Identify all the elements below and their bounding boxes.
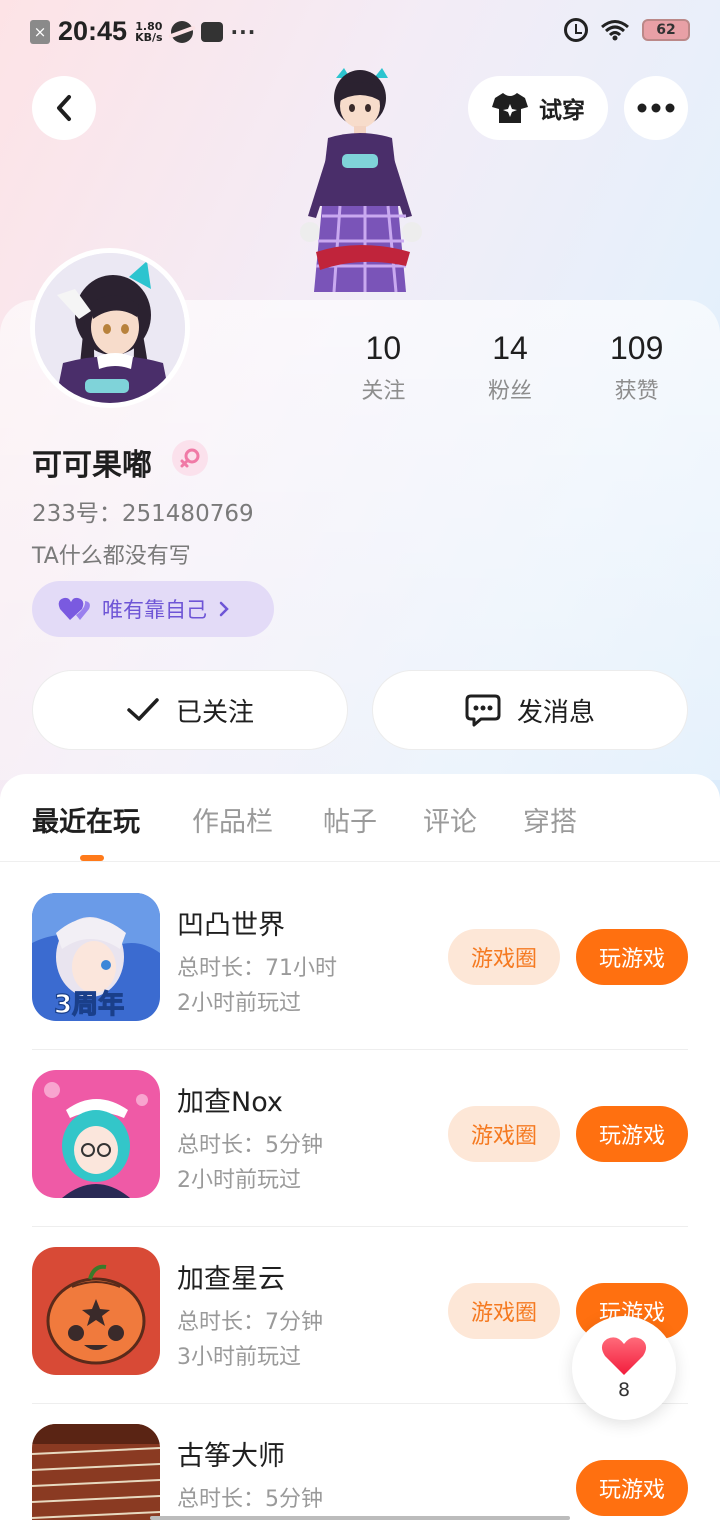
game-row[interactable]: 加查Nox 总时长：5分钟 2小时前玩过 游戏圈 玩游戏: [32, 1050, 688, 1227]
tab-works[interactable]: 作品栏: [192, 800, 273, 839]
game-icon-aotu-world[interactable]: 3周年: [32, 893, 160, 1021]
followed-button[interactable]: 已关注: [32, 670, 348, 750]
game-duration: 总时长：71小时: [177, 956, 337, 981]
user-id: 233号：251480769: [32, 501, 254, 527]
status-time: 20:45: [58, 16, 128, 46]
game-name: 加查星云: [177, 1264, 285, 1295]
profile-name: 可可果嘟: [32, 448, 152, 483]
message-app-icon: [200, 21, 223, 42]
tab-comments[interactable]: 评论: [423, 800, 477, 839]
game-icon-badge: 3周年: [54, 989, 124, 1020]
stat-followers-label: 粉丝: [488, 379, 533, 404]
game-row[interactable]: 3周年 凹凸世界 总时长：71小时 2小时前玩过 游戏圈 玩游戏: [32, 873, 688, 1050]
network-speed: 1.80 KB/s: [135, 21, 162, 43]
game-icon-guzheng-master[interactable]: [32, 1424, 160, 1520]
stat-following-value: 10: [365, 330, 402, 366]
try-on-button[interactable]: 试穿: [468, 76, 608, 140]
back-button[interactable]: [32, 76, 96, 140]
avatar-portrait: [35, 253, 185, 403]
game-circle-button[interactable]: 游戏圈: [448, 1283, 560, 1339]
stat-likes-label: 获赞: [614, 379, 659, 404]
game-name: 凹凸世界: [177, 910, 285, 941]
profile-tag-button[interactable]: 唯有靠自己: [32, 581, 274, 637]
stat-following-label: 关注: [361, 379, 406, 404]
avatar[interactable]: [30, 248, 190, 408]
game-name: 古筝大师: [177, 1441, 285, 1472]
game-row[interactable]: 古筝大师 总时长：5分钟 玩游戏: [32, 1404, 688, 1520]
play-game-button[interactable]: 玩游戏: [576, 929, 688, 985]
more-dots-icon: [637, 103, 675, 113]
send-message-label: 发消息: [516, 697, 595, 728]
heart-tag-icon: [58, 597, 90, 620]
more-notifications-icon: ···: [230, 19, 257, 44]
status-bar: × 20:45 1.80 KB/s ··· 62: [0, 0, 720, 68]
game-last-played: 2小时前玩过: [177, 991, 301, 1016]
profile-tabs: 最近在玩 作品栏 帖子 评论 穿搭: [0, 774, 720, 862]
avatar-3d-figure: [300, 68, 422, 293]
wifi-icon: [601, 20, 629, 41]
game-duration: 总时长：7分钟: [177, 1310, 323, 1335]
tab-outfits[interactable]: 穿搭: [523, 800, 577, 839]
female-gender-icon: [172, 440, 208, 476]
like-count: 8: [617, 1379, 631, 1401]
try-on-label: 试穿: [539, 98, 585, 124]
stat-likes-value: 109: [609, 330, 664, 366]
game-duration: 总时长：5分钟: [177, 1487, 323, 1512]
tab-recently-playing[interactable]: 最近在玩: [32, 800, 140, 839]
game-circle-button[interactable]: 游戏圈: [448, 1106, 560, 1162]
chat-bubble-icon: [465, 694, 501, 727]
stat-followers-value: 14: [492, 330, 528, 366]
stat-following[interactable]: 10 关注: [320, 330, 447, 405]
game-circle-button[interactable]: 游戏圈: [448, 929, 560, 985]
game-icon-gacha-nebula[interactable]: [32, 1247, 160, 1375]
chevron-right-icon: [219, 601, 229, 617]
active-tab-indicator: [80, 855, 104, 861]
game-icon-gacha-nox[interactable]: [32, 1070, 160, 1198]
heart-icon: [601, 1337, 647, 1375]
checkmark-icon: [127, 698, 159, 721]
followed-label: 已关注: [175, 697, 254, 728]
tshirt-icon: [492, 93, 528, 123]
send-message-button[interactable]: 发消息: [372, 670, 688, 750]
profile-tag-label: 唯有靠自己: [102, 598, 207, 622]
planet-app-icon: [170, 20, 193, 43]
play-game-button[interactable]: 玩游戏: [576, 1106, 688, 1162]
gesture-bar: [150, 1516, 570, 1520]
game-duration: 总时长：5分钟: [177, 1133, 323, 1158]
stat-likes[interactable]: 109 获赞: [573, 330, 700, 405]
game-name: 加查Nox: [177, 1087, 283, 1118]
stat-followers[interactable]: 14 粉丝: [447, 330, 574, 405]
battery-indicator: 62: [642, 19, 690, 41]
notification-blocked-icon: ×: [30, 19, 50, 44]
floating-like-button[interactable]: 8: [572, 1316, 676, 1420]
more-options-button[interactable]: [624, 76, 688, 140]
network-speed-value: 1.80: [135, 19, 163, 33]
play-game-button[interactable]: 玩游戏: [576, 1460, 688, 1516]
profile-bio: TA什么都没有写: [32, 544, 191, 569]
alarm-icon: [564, 18, 588, 42]
network-speed-unit: KB/s: [135, 30, 163, 44]
tab-posts[interactable]: 帖子: [323, 800, 377, 839]
game-last-played: 3小时前玩过: [177, 1345, 301, 1370]
back-arrow-icon: [57, 95, 71, 121]
profile-stats: 10 关注 14 粉丝 109 获赞: [320, 330, 700, 405]
game-last-played: 2小时前玩过: [177, 1168, 301, 1193]
